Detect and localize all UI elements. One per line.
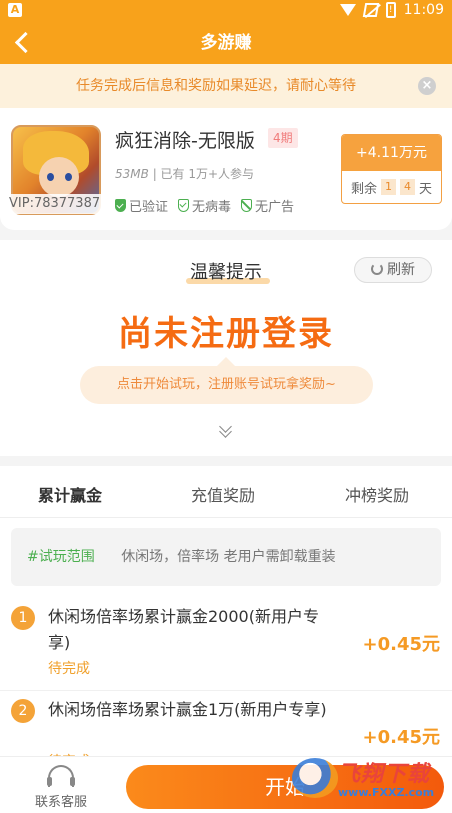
badge-verified: 已验证 — [115, 196, 168, 215]
notice-banner: 任务完成后信息和奖励如果延迟，请耐心等待 × — [0, 64, 452, 108]
tab-recharge-reward[interactable]: 充值奖励 — [191, 482, 255, 506]
badge-no-virus: 无病毒 — [178, 196, 231, 215]
tab-ranking-reward[interactable]: 冲榜奖励 — [345, 482, 409, 506]
close-icon[interactable]: × — [418, 77, 436, 95]
task-index: 2 — [11, 699, 35, 723]
task-item[interactable]: 1 休闲场倍率场累计赢金2000(新用户专享) 待完成 +0.45元 — [0, 598, 452, 680]
hint-bubble: 点击开始试玩，注册账号试玩拿奖励~ — [80, 357, 373, 404]
chevron-double-down-icon[interactable] — [219, 422, 233, 438]
refresh-button[interactable]: 刷新 — [354, 257, 432, 283]
game-meta: 53MB | 已有 1万+人参与 — [115, 165, 254, 182]
status-icons: ! 11:09 — [339, 2, 444, 18]
refresh-icon — [371, 263, 383, 275]
period-tag: 4期 — [268, 128, 298, 148]
task-index: 1 — [11, 606, 35, 630]
task-reward: +0.45元 — [362, 727, 441, 748]
headset-icon — [47, 765, 75, 787]
task-state: 待完成 — [48, 661, 90, 677]
game-size: 53MB — [115, 167, 149, 181]
total-reward: +4.11万元 — [342, 135, 441, 171]
shield-check-icon — [178, 199, 190, 212]
task-section: 累计赢金 充值奖励 冲榜奖励 #试玩范围 休闲场，倍率场 老用户需卸载重装 1 … — [0, 466, 452, 770]
badges: 已验证 无病毒 无广告 — [115, 196, 294, 215]
tip-section: 温馨提示 刷新 尚未注册登录 点击开始试玩，注册账号试玩拿奖励~ — [0, 240, 452, 456]
task-reward: +0.45元 — [362, 634, 441, 655]
notification-icon: A — [8, 3, 22, 17]
no-signal-icon — [362, 3, 379, 17]
badge-no-ads: 无广告 — [241, 196, 294, 215]
customer-service-button[interactable]: 联系客服 — [30, 765, 92, 810]
scope-label: #试玩范围 — [27, 549, 95, 565]
app-bar: 多游赚 — [0, 22, 452, 64]
reward-box: +4.11万元 剩余 1 4 天 — [341, 134, 442, 204]
shield-check-icon — [115, 199, 126, 212]
vip-id: VIP:78377387 — [4, 194, 106, 214]
tabs: 累计赢金 充值奖励 冲榜奖励 — [0, 466, 452, 518]
task-title: 休闲场倍率场累计赢金2000(新用户专享) — [48, 607, 319, 652]
battery-icon: ! — [385, 2, 396, 18]
start-trial-button[interactable]: 开始 — [126, 765, 444, 809]
status-time: 11:09 — [403, 2, 444, 18]
trial-scope: #试玩范围 休闲场，倍率场 老用户需卸载重装 — [11, 528, 441, 586]
remaining-days: 剩余 1 4 天 — [350, 179, 433, 197]
scope-text: 休闲场，倍率场 老用户需卸载重装 — [121, 549, 336, 565]
wifi-icon — [339, 4, 356, 16]
notice-text: 任务完成后信息和奖励如果延迟，请耐心等待 — [76, 78, 356, 94]
task-title: 休闲场倍率场累计赢金1万(新用户专享) — [48, 700, 327, 719]
tab-cumulative-win[interactable]: 累计赢金 — [38, 482, 103, 508]
participant-count: | 已有 1万+人参与 — [152, 167, 255, 181]
game-name: 疯狂消除-无限版 — [115, 130, 255, 152]
bottom-bar: 联系客服 开始 — [0, 756, 452, 813]
page-title: 多游赚 — [200, 33, 252, 53]
shield-block-icon — [241, 199, 253, 212]
status-bar: A ! 11:09 — [0, 0, 452, 22]
login-status: 尚未注册登录 — [118, 314, 334, 354]
